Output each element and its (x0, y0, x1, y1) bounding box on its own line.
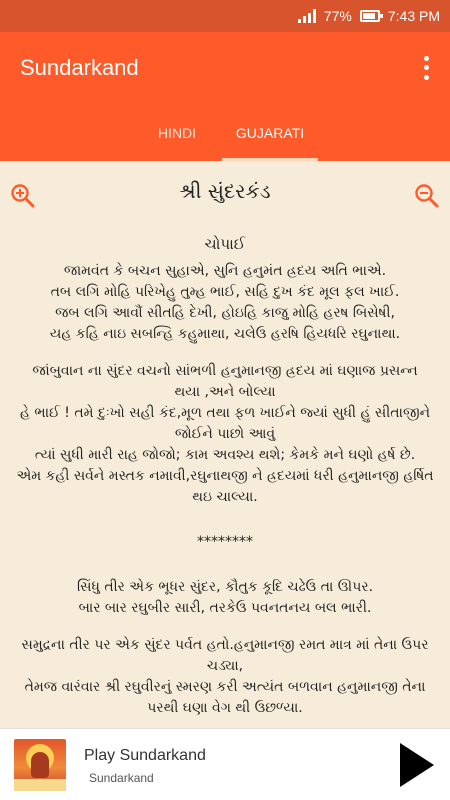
battery-percent: 77% (323, 8, 352, 24)
mini-player[interactable]: Play Sundarkand Sundarkand (0, 728, 450, 800)
meaning-line: ત્યાં સુધી મારી રાહ જોજો; કામ અવશ્ય થશે;… (34, 447, 416, 463)
meaning-line: એમ કહી સર્વને મસ્તક નમાવી,રઘુનાથજી ને હ્… (16, 468, 434, 484)
album-art[interactable] (14, 739, 66, 791)
meaning-line: તેમજ વારંવાર શ્રી રઘુવીરનું સ્મરણ કરી અત… (24, 679, 426, 695)
verse-line: સિંધુ તીર એક ભૂધર સુંદર, કૌતુક કૂદિ ચઢેઉ… (76, 579, 374, 595)
tab-bar: HINDI GUJARATI (0, 104, 450, 161)
tab-hindi[interactable]: HINDI (136, 104, 218, 161)
verse-line: જામવંત કે બચન સુહાએ, સુનિ હનુમંત હ્રદય અ… (63, 263, 387, 279)
clock: 7:43 PM (387, 8, 440, 24)
verse-line: જબ લગિ આવૌં સીતહિ દેખી, હોઇહિ કાજુ મોહિ … (55, 305, 395, 321)
zoom-in-icon[interactable] (10, 183, 36, 209)
tab-gujarati[interactable]: GUJARATI (222, 104, 318, 161)
section-heading: ચોપાઈ (204, 235, 246, 253)
verse-line: બાર બાર રઘુબીર સારી, તરકેઉ પવનતનય બલ ભાર… (78, 600, 372, 616)
meaning-line: જોઈને પાછો આવું (174, 426, 276, 442)
meaning-line: થયા ,અને બોલ્યા (174, 384, 276, 400)
player-subtitle: Sundarkand (89, 771, 154, 785)
meaning-line: થઇ ચાલ્યા. (192, 489, 258, 505)
play-icon[interactable] (398, 741, 436, 789)
page-title: શ્રી સુંદરકંડ (179, 179, 271, 203)
verse-line: યહ કહિ નાઇ સબન્હિ કહુમાથા, ચલેઉ હરષિ હિય… (49, 326, 401, 342)
app-title: Sundarkand (20, 55, 139, 80)
battery-icon (359, 10, 383, 22)
meaning-line: સમુદ્રના તીર પર એક સુંદર પર્વત હતો.હનુમા… (21, 637, 429, 653)
reading-pane[interactable]: શ્રી સુંદરકંડ ચોપાઈ જામવંત કે બચન સુહાએ,… (0, 161, 450, 728)
verse-line: તબ લગિ મોહિ પરિખેહુ તુમ્હ ભાઈ, સહિ દુખ ક… (50, 284, 400, 300)
zoom-out-icon[interactable] (414, 183, 440, 209)
status-bar: 77% 7:43 PM (0, 0, 450, 32)
meaning-line: જાંબુવાન ના સુંદર વચનો સાંભળી હનુમાનજી હ… (32, 363, 418, 379)
meaning-line: ચડ્યા, (206, 658, 244, 674)
signal-icon (297, 9, 316, 23)
app-bar: Sundarkand (0, 32, 450, 104)
meaning-line: પરથી ઘણા વેગ થી ઉછળ્યા. (147, 700, 303, 716)
meaning-line: હે ભાઈ ! તમે દુઃખો સહી કંદ,મૂળ તથા ફળ ખા… (19, 405, 431, 421)
verse-text: જામવંત કે બચન સુહાએ, સુનિ હનુમંત હ્રદય અ… (6, 261, 444, 719)
separator-stars: ******** (197, 534, 253, 550)
more-vert-icon[interactable] (416, 54, 436, 82)
player-title[interactable]: Play Sundarkand (84, 747, 206, 765)
